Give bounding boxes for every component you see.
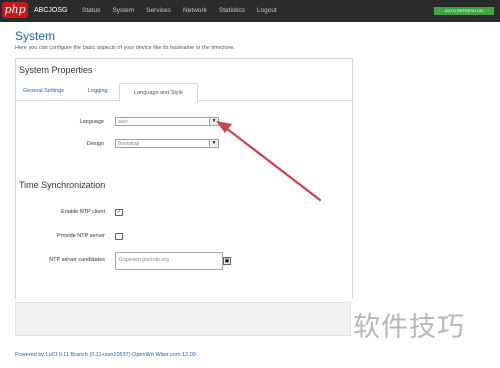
- annotation-arrow: [216, 121, 322, 202]
